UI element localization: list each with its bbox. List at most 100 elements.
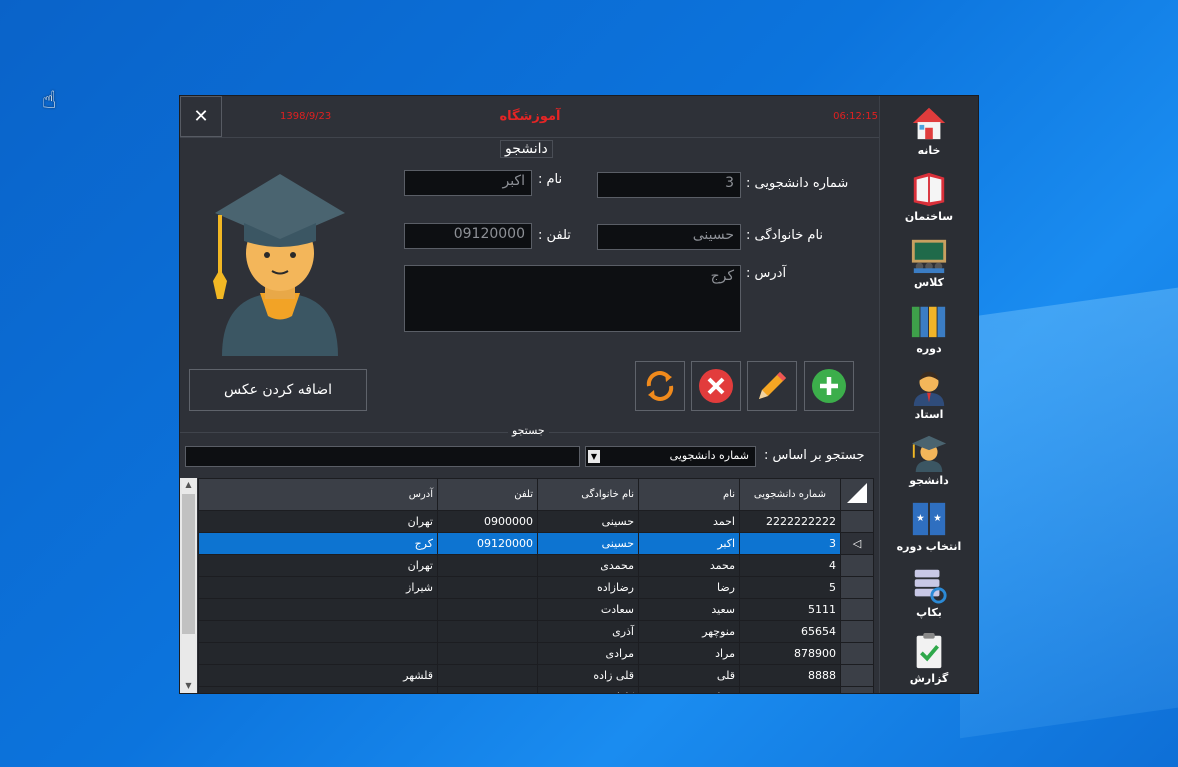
cell-family[interactable]: کاظمی (537, 686, 639, 693)
search-field-select[interactable]: شماره دانشجویی ▼ (585, 446, 756, 467)
sidebar-item-course[interactable]: دوره (880, 296, 978, 360)
cell-family[interactable]: محمدی (537, 554, 639, 577)
table-row[interactable]: کرج 09120000 حسینی اکبر 3 ◁ (198, 532, 874, 555)
cell-name[interactable]: احمد (638, 510, 740, 533)
table-row[interactable]: آذری منوچهر 65654 (198, 620, 874, 643)
row-header[interactable] (840, 510, 874, 533)
cell-id[interactable]: 5111 (739, 598, 841, 621)
cell-address[interactable] (198, 598, 438, 621)
search-input[interactable] (185, 446, 580, 467)
scroll-thumb[interactable] (182, 494, 195, 634)
cell-id[interactable]: 5 (739, 576, 841, 599)
cell-family[interactable]: مرادی (537, 642, 639, 665)
select-all-corner[interactable] (840, 478, 874, 511)
sidebar-item-course-selection[interactable]: ★ ★ انتخاب دوره (880, 494, 978, 558)
row-header[interactable] (840, 620, 874, 643)
row-header[interactable]: ◁ (840, 532, 874, 555)
cell-id[interactable]: 99999 (739, 686, 841, 693)
col-header-name[interactable]: نام (638, 478, 740, 511)
cell-name[interactable]: سعید (638, 598, 740, 621)
row-header[interactable] (840, 576, 874, 599)
scroll-up-icon[interactable]: ▲ (180, 478, 197, 492)
sidebar-item-backup[interactable]: بکاپ (880, 560, 978, 624)
phone-field[interactable]: 09120000 (404, 223, 532, 249)
col-header-address[interactable]: آدرس (198, 478, 438, 511)
cell-family[interactable]: سعادت (537, 598, 639, 621)
cell-address[interactable] (198, 642, 438, 665)
sidebar-item-report[interactable]: گزارش (880, 626, 978, 690)
cell-family[interactable]: رضازاده (537, 576, 639, 599)
cell-family[interactable]: حسینی (537, 532, 639, 555)
cell-phone[interactable] (437, 620, 538, 643)
cell-family[interactable]: حسینی (537, 510, 639, 533)
name-label: نام : (538, 172, 563, 187)
cell-family[interactable]: قلی زاده (537, 664, 639, 687)
row-header[interactable] (840, 554, 874, 577)
add-button[interactable] (804, 361, 854, 411)
delete-button[interactable] (691, 361, 741, 411)
sidebar-item-teacher[interactable]: استاد (880, 362, 978, 426)
col-header-family[interactable]: نام خانوادگی (537, 478, 639, 511)
family-field[interactable]: حسینی (597, 224, 741, 250)
cell-family[interactable]: آذری (537, 620, 639, 643)
col-header-phone[interactable]: تلفن (437, 478, 538, 511)
sidebar-item-label: گزارش (909, 672, 949, 685)
classroom-icon (911, 239, 947, 274)
table-row[interactable]: شیراز رضازاده رضا 5 (198, 576, 874, 599)
cell-address[interactable] (198, 686, 438, 693)
cell-phone[interactable] (437, 642, 538, 665)
cell-name[interactable]: رضا (638, 576, 740, 599)
table-row[interactable]: قلشهر قلی زاده قلی 8888 (198, 664, 874, 687)
row-header[interactable] (840, 642, 874, 665)
col-header-id[interactable]: شماره دانشجویی (739, 478, 841, 511)
table-row[interactable]: تهران 0900000 حسینی احمد 2222222222 (198, 510, 874, 533)
cell-address[interactable]: تهران (198, 554, 438, 577)
address-field[interactable]: کرج (404, 265, 741, 332)
cell-phone[interactable] (437, 686, 538, 693)
row-header[interactable] (840, 664, 874, 687)
edit-button[interactable] (747, 361, 797, 411)
cell-name[interactable]: منوچهر (638, 620, 740, 643)
table-row[interactable]: سعادت سعید 5111 (198, 598, 874, 621)
add-photo-button[interactable]: اضافه کردن عکس (189, 369, 367, 411)
cell-name[interactable]: قلی (638, 664, 740, 687)
scroll-down-icon[interactable]: ▼ (180, 679, 197, 693)
cell-phone[interactable] (437, 664, 538, 687)
cell-phone[interactable] (437, 576, 538, 599)
cell-address[interactable]: کرج (198, 532, 438, 555)
refresh-button[interactable] (635, 361, 685, 411)
chevron-down-icon[interactable]: ▼ (588, 450, 600, 463)
name-field[interactable]: اکبر (404, 170, 532, 196)
table-row[interactable]: مرادی مراد 878900 (198, 642, 874, 665)
cell-id[interactable]: 878900 (739, 642, 841, 665)
table-row[interactable]: کاظمیشهاب99999 (198, 686, 874, 693)
cell-name[interactable]: مراد (638, 642, 740, 665)
cell-name[interactable]: اکبر (638, 532, 740, 555)
cell-address[interactable]: تهران (198, 510, 438, 533)
sidebar-item-home[interactable]: خانه (880, 98, 978, 162)
cell-address[interactable]: شیراز (198, 576, 438, 599)
cell-phone[interactable]: 09120000 (437, 532, 538, 555)
vertical-scrollbar[interactable]: ▲ ▼ (180, 478, 197, 693)
sidebar-item-class[interactable]: کلاس (880, 230, 978, 294)
student-id-field[interactable]: 3 (597, 172, 741, 198)
family-label: نام خانوادگی : (746, 228, 824, 243)
cell-address[interactable]: قلشهر (198, 664, 438, 687)
cell-address[interactable] (198, 620, 438, 643)
sidebar-item-building[interactable]: ساختمان (880, 164, 978, 228)
cell-id[interactable]: 3 (739, 532, 841, 555)
cell-name[interactable]: شهاب (638, 686, 740, 693)
cell-phone[interactable]: 0900000 (437, 510, 538, 533)
table-row[interactable]: تهران محمدی محمد 4 (198, 554, 874, 577)
cell-phone[interactable] (437, 554, 538, 577)
row-header[interactable] (840, 686, 874, 693)
close-button[interactable]: ✕ (180, 96, 222, 137)
cell-id[interactable]: 65654 (739, 620, 841, 643)
cell-phone[interactable] (437, 598, 538, 621)
row-header[interactable] (840, 598, 874, 621)
sidebar-item-student[interactable]: دانشجو (880, 428, 978, 492)
cell-id[interactable]: 4 (739, 554, 841, 577)
cell-name[interactable]: محمد (638, 554, 740, 577)
cell-id[interactable]: 8888 (739, 664, 841, 687)
cell-id[interactable]: 2222222222 (739, 510, 841, 533)
